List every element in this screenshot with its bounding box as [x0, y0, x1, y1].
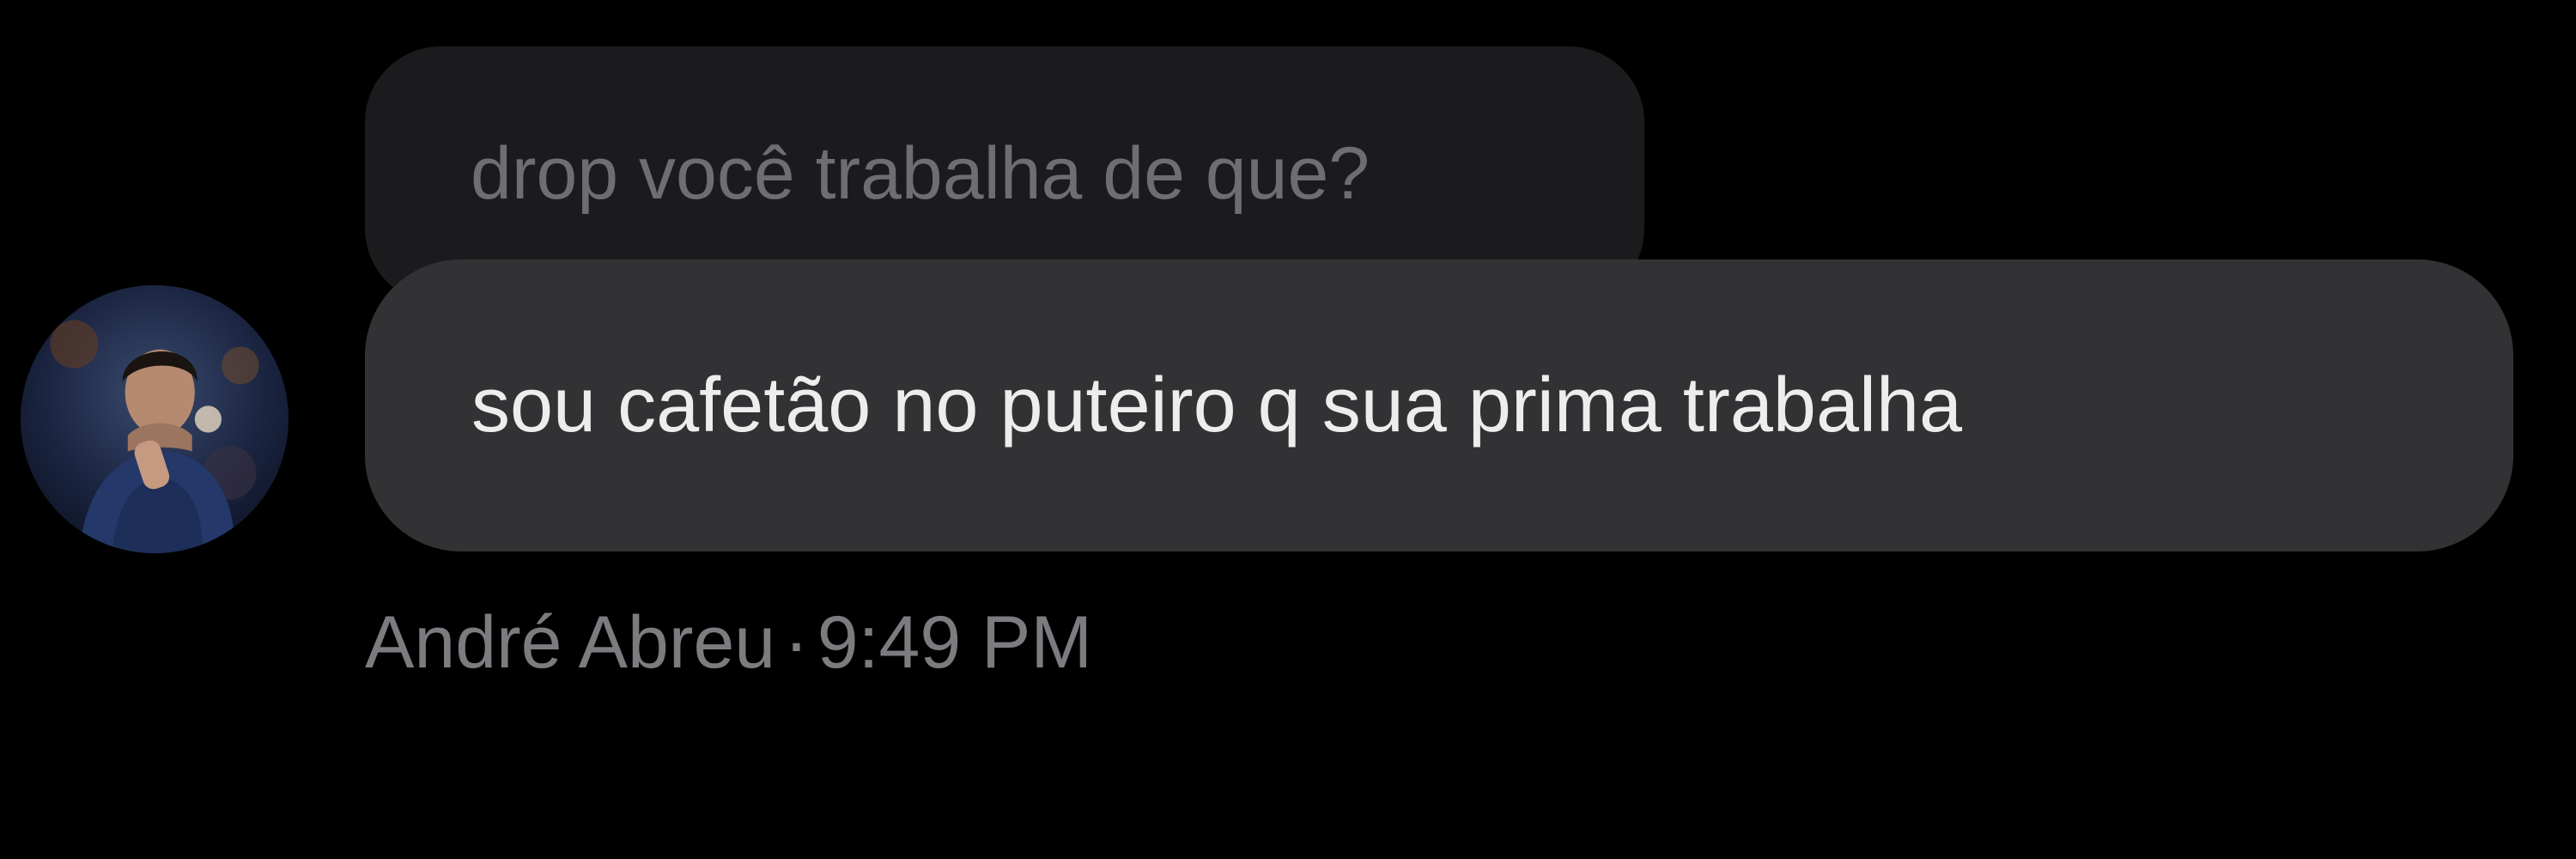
sender-name[interactable]: André Abreu	[365, 601, 775, 684]
message-meta: André Abreu · 9:49 PM	[365, 600, 1092, 685]
message-timestamp: 9:49 PM	[817, 601, 1093, 684]
sender-avatar[interactable]	[21, 285, 289, 553]
quoted-message-text: drop você trabalha de que?	[471, 132, 1370, 215]
message-bubble[interactable]: sou cafetão no puteiro q sua prima traba…	[365, 259, 2513, 551]
meta-separator: ·	[784, 601, 809, 684]
avatar-photo-icon	[21, 285, 289, 553]
message-text: sou cafetão no puteiro q sua prima traba…	[471, 362, 1963, 448]
chat-area: drop você trabalha de que? sou cafetão n…	[0, 0, 2576, 859]
